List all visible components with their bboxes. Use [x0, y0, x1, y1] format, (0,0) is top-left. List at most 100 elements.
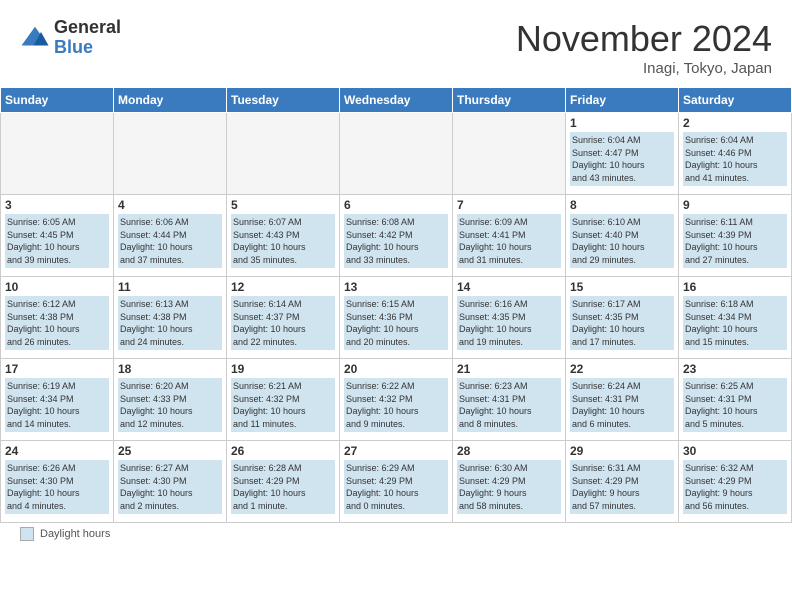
day-info: Sunrise: 6:11 AMSunset: 4:39 PMDaylight:…: [683, 214, 787, 268]
day-info: Sunrise: 6:07 AMSunset: 4:43 PMDaylight:…: [231, 214, 335, 268]
day-info: Sunrise: 6:31 AMSunset: 4:29 PMDaylight:…: [570, 460, 674, 514]
day-info: Sunrise: 6:04 AMSunset: 4:47 PMDaylight:…: [570, 132, 674, 186]
calendar-cell: 30Sunrise: 6:32 AMSunset: 4:29 PMDayligh…: [679, 441, 792, 523]
weekday-header: Sunday: [1, 88, 114, 113]
weekday-header: Wednesday: [340, 88, 453, 113]
calendar-cell: 9 Sunrise: 6:11 AMSunset: 4:39 PMDaylight…: [679, 195, 792, 277]
weekday-header: Monday: [114, 88, 227, 113]
calendar-cell: 14Sunrise: 6:16 AMSunset: 4:35 PMDayligh…: [453, 277, 566, 359]
day-info: Sunrise: 6:21 AMSunset: 4:32 PMDaylight:…: [231, 378, 335, 432]
day-info: Sunrise: 6:19 AMSunset: 4:34 PMDaylight:…: [5, 378, 109, 432]
day-info: Sunrise: 6:20 AMSunset: 4:33 PMDaylight:…: [118, 378, 222, 432]
calendar-cell: 21Sunrise: 6:23 AMSunset: 4:31 PMDayligh…: [453, 359, 566, 441]
title-block: November 2024 Inagi, Tokyo, Japan: [516, 18, 772, 77]
day-number: 19: [231, 362, 335, 376]
calendar-cell: 26 Sunrise: 6:28 AMSunset: 4:29 PMDayligh…: [227, 441, 340, 523]
day-info: Sunrise: 6:23 AMSunset: 4:31 PMDaylight:…: [457, 378, 561, 432]
day-number: 17: [5, 362, 109, 376]
day-number: 23: [683, 362, 787, 376]
day-number: 2: [683, 116, 787, 130]
calendar-cell: 29 Sunrise: 6:31 AMSunset: 4:29 PMDayligh…: [566, 441, 679, 523]
calendar-cell: [453, 113, 566, 195]
day-info: Sunrise: 6:25 AMSunset: 4:31 PMDaylight:…: [683, 378, 787, 432]
calendar-week-row: 1 Sunrise: 6:04 AMSunset: 4:47 PMDaylight…: [1, 113, 792, 195]
calendar-cell: 27 Sunrise: 6:29 AMSunset: 4:29 PMDayligh…: [340, 441, 453, 523]
day-info: Sunrise: 6:29 AMSunset: 4:29 PMDaylight:…: [344, 460, 448, 514]
calendar-cell: 25 Sunrise: 6:27 AMSunset: 4:30 PMDayligh…: [114, 441, 227, 523]
calendar-cell: 20 Sunrise: 6:22 AMSunset: 4:32 PMDayligh…: [340, 359, 453, 441]
calendar-cell: [227, 113, 340, 195]
calendar-cell: [1, 113, 114, 195]
day-number: 26: [231, 444, 335, 458]
day-info: Sunrise: 6:14 AMSunset: 4:37 PMDaylight:…: [231, 296, 335, 350]
logo-text: General Blue: [54, 18, 121, 58]
location: Inagi, Tokyo, Japan: [516, 60, 772, 77]
day-number: 25: [118, 444, 222, 458]
day-info: Sunrise: 6:26 AMSunset: 4:30 PMDaylight:…: [5, 460, 109, 514]
weekday-header: Friday: [566, 88, 679, 113]
calendar-cell: 23 Sunrise: 6:25 AMSunset: 4:31 PMDayligh…: [679, 359, 792, 441]
calendar-cell: [340, 113, 453, 195]
calendar-cell: 10Sunrise: 6:12 AMSunset: 4:38 PMDayligh…: [1, 277, 114, 359]
day-number: 7: [457, 198, 561, 212]
calendar-cell: [114, 113, 227, 195]
calendar-cell: 28Sunrise: 6:30 AMSunset: 4:29 PMDayligh…: [453, 441, 566, 523]
day-number: 11: [118, 280, 222, 294]
logo-blue: Blue: [54, 38, 121, 58]
day-info: Sunrise: 6:27 AMSunset: 4:30 PMDaylight:…: [118, 460, 222, 514]
calendar-cell: 6 Sunrise: 6:08 AMSunset: 4:42 PMDaylight…: [340, 195, 453, 277]
calendar-table: SundayMondayTuesdayWednesdayThursdayFrid…: [0, 87, 792, 523]
weekday-header: Saturday: [679, 88, 792, 113]
calendar-cell: 22Sunrise: 6:24 AMSunset: 4:31 PMDayligh…: [566, 359, 679, 441]
day-info: Sunrise: 6:22 AMSunset: 4:32 PMDaylight:…: [344, 378, 448, 432]
day-info: Sunrise: 6:09 AMSunset: 4:41 PMDaylight:…: [457, 214, 561, 268]
calendar-week-row: 10Sunrise: 6:12 AMSunset: 4:38 PMDayligh…: [1, 277, 792, 359]
day-number: 12: [231, 280, 335, 294]
day-number: 16: [683, 280, 787, 294]
day-number: 20: [344, 362, 448, 376]
month-title: November 2024: [516, 18, 772, 60]
calendar-cell: 13 Sunrise: 6:15 AMSunset: 4:36 PMDayligh…: [340, 277, 453, 359]
daylight-label: Daylight hours: [40, 528, 110, 540]
calendar-week-row: 3Sunrise: 6:05 AMSunset: 4:45 PMDaylight…: [1, 195, 792, 277]
calendar-cell: 7 Sunrise: 6:09 AMSunset: 4:41 PMDaylight…: [453, 195, 566, 277]
day-info: Sunrise: 6:04 AMSunset: 4:46 PMDaylight:…: [683, 132, 787, 186]
logo-icon: [20, 23, 50, 53]
calendar-cell: 3Sunrise: 6:05 AMSunset: 4:45 PMDaylight…: [1, 195, 114, 277]
day-info: Sunrise: 6:08 AMSunset: 4:42 PMDaylight:…: [344, 214, 448, 268]
day-info: Sunrise: 6:06 AMSunset: 4:44 PMDaylight:…: [118, 214, 222, 268]
calendar-cell: 12 Sunrise: 6:14 AMSunset: 4:37 PMDayligh…: [227, 277, 340, 359]
day-number: 1: [570, 116, 674, 130]
day-info: Sunrise: 6:12 AMSunset: 4:38 PMDaylight:…: [5, 296, 109, 350]
day-number: 9: [683, 198, 787, 212]
calendar-cell: 1 Sunrise: 6:04 AMSunset: 4:47 PMDaylight…: [566, 113, 679, 195]
day-number: 30: [683, 444, 787, 458]
weekday-header: Tuesday: [227, 88, 340, 113]
daylight-box: [20, 527, 34, 541]
calendar-header-row: SundayMondayTuesdayWednesdayThursdayFrid…: [1, 88, 792, 113]
day-info: Sunrise: 6:15 AMSunset: 4:36 PMDaylight:…: [344, 296, 448, 350]
day-info: Sunrise: 6:17 AMSunset: 4:35 PMDaylight:…: [570, 296, 674, 350]
calendar-cell: 19 Sunrise: 6:21 AMSunset: 4:32 PMDayligh…: [227, 359, 340, 441]
day-info: Sunrise: 6:18 AMSunset: 4:34 PMDaylight:…: [683, 296, 787, 350]
calendar-cell: 24Sunrise: 6:26 AMSunset: 4:30 PMDayligh…: [1, 441, 114, 523]
logo: General Blue: [20, 18, 121, 58]
day-number: 29: [570, 444, 674, 458]
day-info: Sunrise: 6:13 AMSunset: 4:38 PMDaylight:…: [118, 296, 222, 350]
calendar-cell: 15 Sunrise: 6:17 AMSunset: 4:35 PMDayligh…: [566, 277, 679, 359]
day-info: Sunrise: 6:10 AMSunset: 4:40 PMDaylight:…: [570, 214, 674, 268]
day-info: Sunrise: 6:05 AMSunset: 4:45 PMDaylight:…: [5, 214, 109, 268]
day-number: 27: [344, 444, 448, 458]
day-number: 14: [457, 280, 561, 294]
day-number: 15: [570, 280, 674, 294]
day-info: Sunrise: 6:28 AMSunset: 4:29 PMDaylight:…: [231, 460, 335, 514]
day-number: 6: [344, 198, 448, 212]
calendar-week-row: 17 Sunrise: 6:19 AMSunset: 4:34 PMDayligh…: [1, 359, 792, 441]
day-number: 22: [570, 362, 674, 376]
calendar-cell: 18Sunrise: 6:20 AMSunset: 4:33 PMDayligh…: [114, 359, 227, 441]
day-info: Sunrise: 6:30 AMSunset: 4:29 PMDaylight:…: [457, 460, 561, 514]
calendar-cell: 11 Sunrise: 6:13 AMSunset: 4:38 PMDayligh…: [114, 277, 227, 359]
day-number: 13: [344, 280, 448, 294]
page-header: General Blue November 2024 Inagi, Tokyo,…: [0, 0, 792, 87]
calendar-cell: 16 Sunrise: 6:18 AMSunset: 4:34 PMDayligh…: [679, 277, 792, 359]
